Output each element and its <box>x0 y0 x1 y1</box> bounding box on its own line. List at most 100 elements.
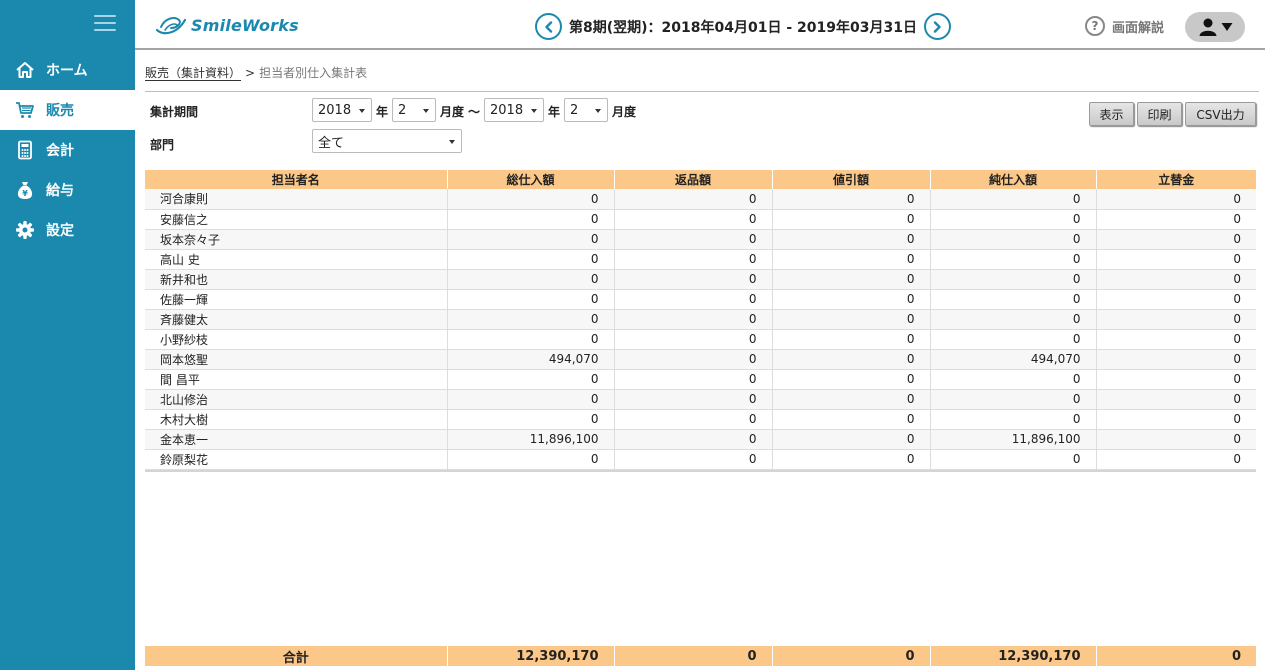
net-purchase-cell: 0 <box>930 369 1097 390</box>
breadcrumb: 販売（集計資料） > 担当者別仕入集計表 <box>145 64 1259 92</box>
sidebar-item-sales[interactable]: 販売 <box>0 90 135 130</box>
help-button[interactable]: ? 画面解説 <box>1085 16 1164 36</box>
staff-name-cell: 安藤信之 <box>145 209 448 230</box>
svg-text:¥: ¥ <box>22 189 28 198</box>
period-navigator: 第8期(翌期)：2018年04月01日 - 2019年03月31日 <box>535 13 951 40</box>
from-year-select[interactable]: 2018 <box>312 98 372 122</box>
returns-cell: 0 <box>614 369 773 390</box>
table-row[interactable]: 佐藤一輝 0 0 0 0 0 <box>145 289 1256 310</box>
net-purchase-cell: 0 <box>930 209 1097 230</box>
user-menu-button[interactable] <box>1185 12 1245 42</box>
prev-period-button[interactable] <box>535 13 562 40</box>
staff-name-cell: 間 昌平 <box>145 369 448 390</box>
advances-cell: 0 <box>1096 409 1256 430</box>
cart-icon <box>15 100 35 120</box>
gross-purchase-cell: 0 <box>447 369 615 390</box>
gross-purchase-cell: 0 <box>447 409 615 430</box>
gross-purchase-cell: 0 <box>447 229 615 250</box>
table-row[interactable]: 金本恵一 11,896,100 0 0 11,896,100 0 <box>145 429 1256 450</box>
sidebar-item-accounting[interactable]: 会計 <box>0 130 135 170</box>
to-month-value: 2 <box>570 102 579 118</box>
sidebar-item-payroll[interactable]: ¥ 給与 <box>0 170 135 210</box>
net-purchase-cell: 0 <box>930 289 1097 310</box>
to-year-value: 2018 <box>490 102 524 118</box>
question-icon: ? <box>1085 16 1105 36</box>
logo[interactable]: SmileWorks <box>155 14 299 36</box>
from-month-value: 2 <box>398 102 407 118</box>
table-row[interactable]: 安藤信之 0 0 0 0 0 <box>145 209 1256 230</box>
total-advances: 0 <box>1096 646 1256 666</box>
from-year-value: 2018 <box>318 102 352 118</box>
table-row[interactable]: 木村大樹 0 0 0 0 0 <box>145 409 1256 430</box>
range-separator: 〜 <box>468 105 481 119</box>
column-header-advances[interactable]: 立替金 <box>1096 170 1256 189</box>
net-purchase-cell: 0 <box>930 189 1097 210</box>
returns-cell: 0 <box>614 249 773 270</box>
column-header-discount[interactable]: 値引額 <box>772 170 931 189</box>
returns-cell: 0 <box>614 449 773 470</box>
net-purchase-cell: 0 <box>930 389 1097 410</box>
sidebar-item-label: ホーム <box>46 63 88 79</box>
returns-cell: 0 <box>614 289 773 310</box>
chevron-down-icon <box>595 109 601 113</box>
table-row[interactable]: 小野紗枝 0 0 0 0 0 <box>145 329 1256 350</box>
hamburger-menu-icon[interactable] <box>94 14 116 32</box>
gross-purchase-cell: 0 <box>447 209 615 230</box>
staff-name-cell: 坂本奈々子 <box>145 229 448 250</box>
staff-name-cell: 高山 史 <box>145 249 448 270</box>
staff-name-cell: 小野紗枝 <box>145 329 448 350</box>
csv-export-button[interactable]: CSV出力 <box>1185 102 1256 126</box>
column-header-staff[interactable]: 担当者名 <box>145 170 448 189</box>
column-header-returns[interactable]: 返品額 <box>614 170 773 189</box>
sidebar-item-label: 会計 <box>46 143 74 159</box>
from-month-unit: 月度 <box>440 105 465 119</box>
show-button[interactable]: 表示 <box>1089 102 1134 126</box>
from-year-unit: 年 <box>376 105 389 119</box>
staff-name-cell: 斉藤健太 <box>145 309 448 330</box>
discount-cell: 0 <box>772 369 931 390</box>
sidebar-item-label: 販売 <box>46 103 74 119</box>
table-row[interactable]: 岡本悠聖 494,070 0 0 494,070 0 <box>145 349 1256 370</box>
returns-cell: 0 <box>614 329 773 350</box>
period-label: 第8期(翌期)：2018年04月01日 - 2019年03月31日 <box>569 19 917 36</box>
table-row[interactable]: 河合康則 0 0 0 0 0 <box>145 189 1256 210</box>
advances-cell: 0 <box>1096 289 1256 310</box>
sidebar-item-home[interactable]: ホーム <box>0 50 135 90</box>
returns-cell: 0 <box>614 389 773 410</box>
to-month-select[interactable]: 2 <box>564 98 608 122</box>
table-row[interactable]: 高山 史00000 <box>145 249 1256 270</box>
department-select[interactable]: 全て <box>312 129 462 153</box>
department-value: 全て <box>318 135 345 151</box>
chevron-down-icon <box>423 109 429 113</box>
column-header-net-purchase[interactable]: 純仕入額 <box>930 170 1097 189</box>
logo-text: SmileWorks <box>191 15 299 35</box>
breadcrumb-current: 担当者別仕入集計表 <box>259 66 368 80</box>
advances-cell: 0 <box>1096 209 1256 230</box>
table-row[interactable]: 間 昌平 0 0 0 0 0 <box>145 369 1256 390</box>
advances-cell: 0 <box>1096 449 1256 470</box>
net-purchase-cell: 0 <box>930 409 1097 430</box>
staff-name-cell: 岡本悠聖 <box>145 349 448 370</box>
table-row[interactable]: 坂本奈々子 0 0 0 0 0 <box>145 229 1256 250</box>
breadcrumb-parent-link[interactable]: 販売（集計資料） <box>145 66 242 81</box>
column-header-gross-purchase[interactable]: 総仕入額 <box>447 170 615 189</box>
sidebar-item-settings[interactable]: 設定 <box>0 210 135 250</box>
table-row[interactable]: 新井和也 0 0 0 0 0 <box>145 269 1256 290</box>
to-year-select[interactable]: 2018 <box>484 98 544 122</box>
chevron-down-icon <box>531 109 537 113</box>
from-month-select[interactable]: 2 <box>392 98 436 122</box>
table-row[interactable]: 鈴原梨花 0 0 0 0 0 <box>145 449 1256 470</box>
total-discount: 0 <box>772 646 931 666</box>
net-purchase-cell: 0 <box>930 249 1097 270</box>
next-period-button[interactable] <box>923 13 951 40</box>
staff-name-cell: 新井和也 <box>145 269 448 290</box>
table-row[interactable]: 斉藤健太 0 0 0 0 0 <box>145 309 1256 330</box>
table-row[interactable]: 北山修治 0 0 0 0 0 <box>145 389 1256 410</box>
discount-cell: 0 <box>772 209 931 230</box>
advances-cell: 0 <box>1096 189 1256 210</box>
gross-purchase-cell: 0 <box>447 289 615 310</box>
money-bag-icon: ¥ <box>15 180 35 200</box>
discount-cell: 0 <box>772 289 931 310</box>
print-button[interactable]: 印刷 <box>1137 102 1182 126</box>
breadcrumb-separator: > <box>245 66 256 80</box>
